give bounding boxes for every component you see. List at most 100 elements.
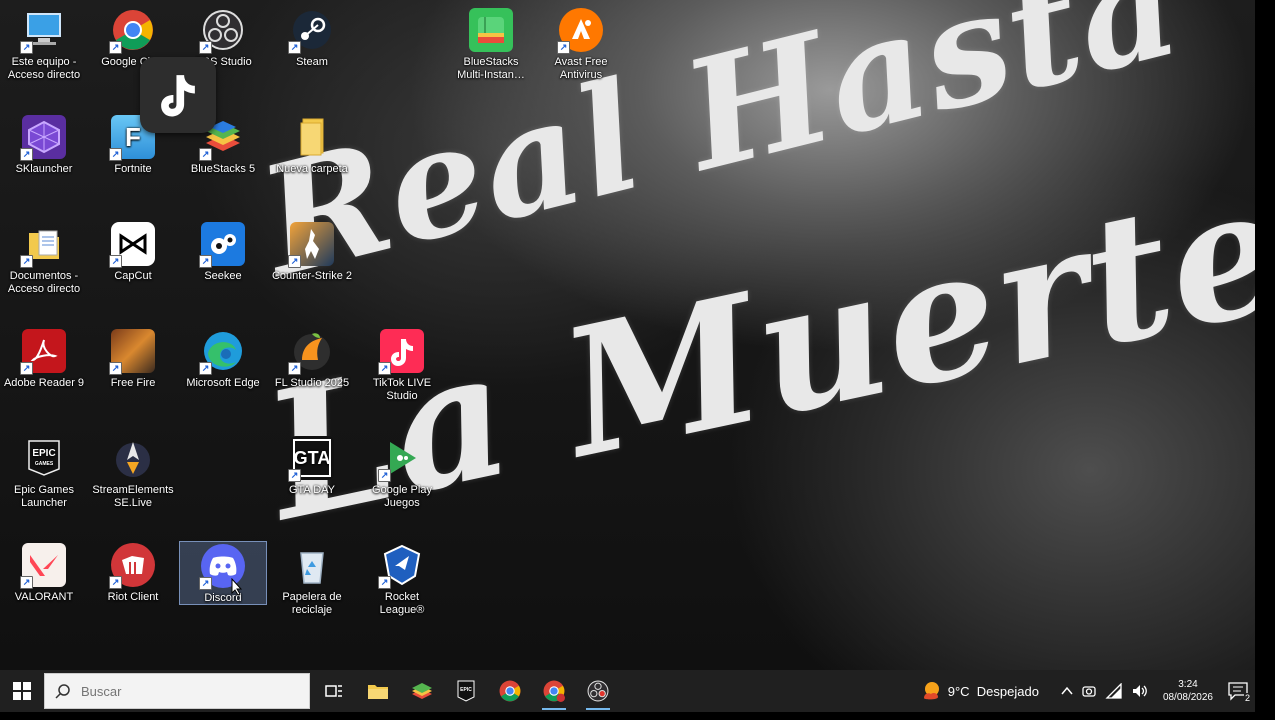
icon-label: Microsoft Edge: [186, 377, 260, 389]
desktop-icon-microsoft-edge[interactable]: ↗ Microsoft Edge: [180, 323, 266, 423]
taskbar-chrome-profile[interactable]: [532, 670, 576, 712]
task-view-icon: [325, 685, 342, 697]
desktop-icon-epic-games[interactable]: EPIC GAMES Epic Games Launcher: [1, 430, 87, 530]
desktop-icon-adobe-reader[interactable]: ↗ Adobe Reader 9: [1, 323, 87, 423]
shortcut-arrow-icon: ↗: [288, 362, 301, 375]
icon-label: Counter-Strike 2: [271, 270, 353, 282]
desktop-icon-rocket-league[interactable]: ↗ Rocket League®: [359, 537, 445, 637]
search-input[interactable]: [79, 682, 283, 700]
desktop-icon-google-play-juegos[interactable]: ↗ Google Play Juegos: [359, 430, 445, 530]
screen-border: [1255, 0, 1275, 720]
file-explorer-icon: [368, 685, 388, 699]
shortcut-arrow-icon: ↗: [20, 255, 33, 268]
tiktok-floating-icon[interactable]: [140, 57, 216, 133]
shortcut-arrow-icon: ↗: [378, 362, 391, 375]
streamelements-icon: [111, 436, 155, 480]
chrome-icon: [499, 680, 521, 702]
tray-volume[interactable]: [1131, 683, 1149, 699]
desktop-icon-avast[interactable]: ↗ Avast Free Antivirus: [538, 2, 624, 102]
taskbar-file-explorer[interactable]: [356, 670, 400, 712]
taskbar-clock[interactable]: 3:24 08/08/2026: [1163, 678, 1213, 704]
desktop-icon-bluestacks-multi[interactable]: BlueStacks Multi-Instan…: [448, 2, 534, 102]
icon-label: StreamElements SE.Live: [92, 484, 174, 509]
desktop-icon-fl-studio[interactable]: ↗ FL Studio 2025: [269, 323, 355, 423]
chrome-icon: ↗: [109, 8, 155, 54]
shortcut-arrow-icon: ↗: [557, 41, 570, 54]
search-icon: [55, 684, 70, 699]
desktop-icon-streamelements[interactable]: StreamElements SE.Live: [90, 430, 176, 530]
computer-icon: ↗: [20, 8, 66, 54]
folder-icon: [290, 115, 334, 159]
show-hidden-icons-button[interactable]: [1061, 686, 1073, 696]
shortcut-arrow-icon: ↗: [20, 362, 33, 375]
task-view-button[interactable]: [312, 670, 356, 712]
icon-label: Steam: [296, 56, 328, 68]
icon-label: Documentos - Acceso directo: [7, 270, 81, 295]
tray-network[interactable]: [1105, 683, 1123, 699]
google-play-games-icon: ↗: [378, 436, 424, 482]
desktop-icon-steam[interactable]: ↗ Steam: [269, 2, 355, 102]
sklauncher-icon: ↗: [20, 115, 66, 161]
shortcut-arrow-icon: ↗: [199, 41, 212, 54]
riot-client-icon: ↗: [109, 543, 155, 589]
desktop-icon-recycle-bin[interactable]: Papelera de reciclaje: [269, 537, 355, 637]
weather-icon: [923, 682, 939, 700]
shortcut-arrow-icon: ↗: [199, 577, 212, 590]
desktop-icon-documentos[interactable]: ↗ Documentos - Acceso directo: [1, 216, 87, 316]
edge-icon: ↗: [199, 329, 245, 375]
desktop-icon-free-fire[interactable]: ↗ Free Fire: [90, 323, 176, 423]
svg-text:GTA: GTA: [294, 448, 331, 468]
icon-label: TikTok LIVE Studio: [372, 377, 432, 402]
shortcut-arrow-icon: ↗: [288, 41, 301, 54]
desktop-icon-riot-client[interactable]: ↗ Riot Client: [90, 537, 176, 637]
action-center-button[interactable]: 2: [1227, 681, 1251, 703]
shortcut-arrow-icon: ↗: [109, 362, 122, 375]
desktop-icon-tiktok-live-studio[interactable]: ↗ TikTok LIVE Studio: [359, 323, 445, 423]
counter-strike-icon: ↗: [288, 222, 334, 268]
shortcut-arrow-icon: ↗: [20, 148, 33, 161]
shortcut-arrow-icon: ↗: [199, 255, 212, 268]
desktop-icon-gta[interactable]: GTA ↗ GTA DAY: [269, 430, 355, 530]
clock-date: 08/08/2026: [1162, 692, 1213, 703]
desktop-icon-nueva-carpeta[interactable]: Nueva carpeta: [269, 109, 355, 209]
desktop-icon-valorant[interactable]: ↗ VALORANT: [1, 537, 87, 637]
desktop-icon-sklauncher[interactable]: ↗ SKlauncher: [1, 109, 87, 209]
shortcut-arrow-icon: ↗: [378, 469, 391, 482]
chevron-up-icon: [1061, 686, 1073, 695]
taskbar-obs[interactable]: [576, 670, 620, 712]
icon-label: Seekee: [204, 270, 242, 282]
start-button[interactable]: [0, 670, 44, 712]
shortcut-arrow-icon: ↗: [199, 148, 212, 161]
taskbar-chrome[interactable]: [488, 670, 532, 712]
icon-label: CapCut: [114, 270, 152, 282]
icon-label: Riot Client: [107, 591, 159, 603]
avast-icon: ↗: [557, 8, 603, 54]
taskbar-epic-games[interactable]: EPIC: [444, 670, 488, 712]
camera-icon: [1082, 686, 1096, 697]
desktop-icon-capcut[interactable]: ↗ CapCut: [90, 216, 176, 316]
svg-text:EPIC: EPIC: [460, 687, 472, 693]
icon-label: Epic Games Launcher: [14, 484, 74, 509]
taskbar-bluestacks[interactable]: [400, 670, 444, 712]
shortcut-arrow-icon: ↗: [199, 362, 212, 375]
documents-icon: ↗: [20, 222, 66, 268]
weather-temperature: 9°C: [947, 683, 970, 699]
desktop-icon-este-equipo[interactable]: ↗ Este equipo - Acceso directo: [1, 2, 87, 102]
tiktok-icon: [161, 75, 195, 117]
weather-condition: Despejado: [976, 683, 1039, 699]
svg-text:EPIC: EPIC: [32, 448, 55, 459]
free-fire-icon: ↗: [109, 329, 155, 375]
taskbar-search-box[interactable]: [44, 673, 310, 709]
bluestacks-icon: [412, 683, 432, 699]
shortcut-arrow-icon: ↗: [109, 255, 122, 268]
weather-widget[interactable]: 9°C Despejado: [920, 680, 1039, 702]
desktop-icon-discord[interactable]: ↗ Discord: [179, 541, 267, 605]
chrome-profile-icon: [543, 680, 565, 702]
tray-meet-now[interactable]: [1081, 683, 1097, 699]
icon-label: Discord: [204, 592, 242, 604]
desktop-icon-seekee[interactable]: ↗ Seekee: [180, 216, 266, 316]
shortcut-arrow-icon: ↗: [378, 576, 391, 589]
seekee-icon: ↗: [199, 222, 245, 268]
desktop-icon-counter-strike[interactable]: ↗ Counter-Strike 2: [269, 216, 355, 316]
gta-icon: GTA ↗: [288, 436, 334, 482]
